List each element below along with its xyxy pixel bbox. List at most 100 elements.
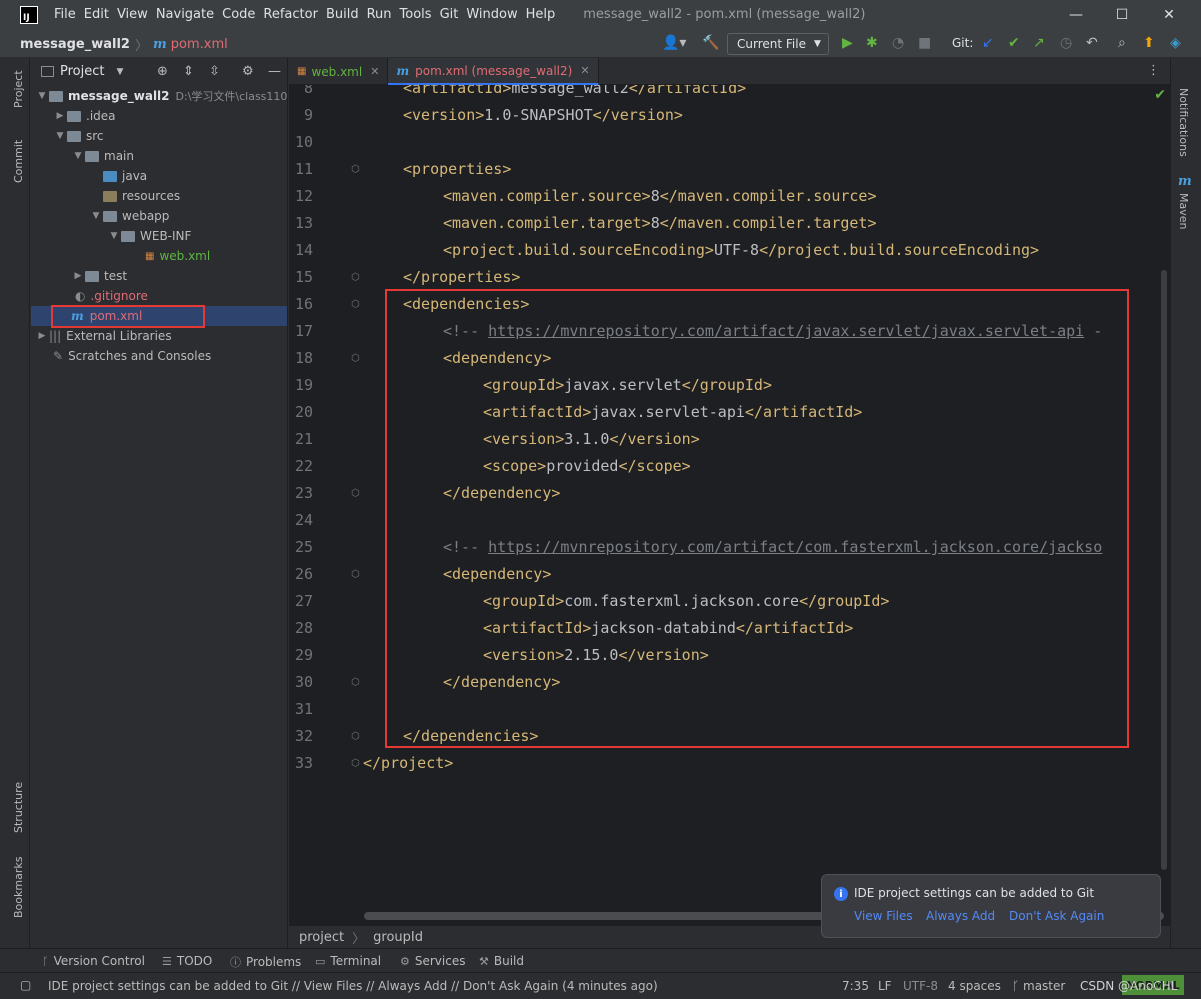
gear-icon[interactable]: ⚙ xyxy=(242,64,254,79)
menu-file[interactable]: File xyxy=(50,7,80,22)
git-push-icon[interactable]: ↗ xyxy=(1033,35,1045,51)
line-number[interactable]: 29 xyxy=(289,642,313,669)
menu-tools[interactable]: Tools xyxy=(396,7,436,22)
expand-all-icon[interactable]: ⇕ xyxy=(183,64,194,79)
breadcrumb-file[interactable]: pom.xml xyxy=(171,37,228,52)
code-line[interactable]: </properties> xyxy=(403,264,520,291)
line-number[interactable]: 30 xyxy=(289,669,313,696)
fold-marker-icon[interactable]: ⬡ xyxy=(351,353,360,364)
tree-item-web-xml[interactable]: ▦ web.xml xyxy=(31,246,287,266)
caret-position[interactable]: 7:35 xyxy=(842,979,869,993)
build-hammer-icon[interactable]: 🔨 xyxy=(702,35,719,51)
crumb-groupid[interactable]: groupId xyxy=(373,930,423,945)
dont-ask-again-link[interactable]: Don't Ask Again xyxy=(1009,909,1104,923)
run-configuration-select[interactable]: Current File ▼ xyxy=(727,33,829,55)
debug-icon[interactable]: ✱ xyxy=(866,35,878,51)
services-button[interactable]: ⚙ Services xyxy=(400,954,465,968)
line-number[interactable]: 17 xyxy=(289,318,313,345)
menu-window[interactable]: Window xyxy=(462,7,521,22)
view-files-link[interactable]: View Files xyxy=(854,909,913,923)
structure-tool-button[interactable]: Structure xyxy=(12,782,25,833)
stop-icon[interactable]: ■ xyxy=(918,35,931,51)
tree-item-web-inf[interactable]: ▼ WEB-INF xyxy=(31,226,287,246)
file-encoding[interactable]: UTF-8 xyxy=(903,979,938,993)
project-tool-button[interactable]: Project xyxy=(12,70,25,108)
terminal-button[interactable]: ▭ Terminal xyxy=(315,954,381,968)
editor-scrollbar[interactable] xyxy=(1161,270,1167,870)
line-number[interactable]: 27 xyxy=(289,588,313,615)
line-separator[interactable]: LF xyxy=(878,979,892,993)
menu-help[interactable]: Help xyxy=(522,7,560,22)
line-number[interactable]: 18 xyxy=(289,345,313,372)
fold-marker-icon[interactable]: ⬡ xyxy=(351,677,360,688)
code-line[interactable]: </project> xyxy=(363,750,453,777)
project-panel-title[interactable]: Project xyxy=(60,64,104,79)
line-number[interactable]: 19 xyxy=(289,372,313,399)
git-update-icon[interactable]: ↙ xyxy=(982,35,994,51)
tree-item-scratches[interactable]: ✎ Scratches and Consoles xyxy=(31,346,287,366)
line-number[interactable]: 11 xyxy=(289,156,313,183)
fold-marker-icon[interactable]: ⬡ xyxy=(351,569,360,580)
tree-item-external-libraries[interactable]: ▶ ||| External Libraries xyxy=(31,326,287,346)
menu-view[interactable]: View xyxy=(113,7,152,22)
menu-edit[interactable]: Edit xyxy=(80,7,113,22)
status-message[interactable]: IDE project settings can be added to Git… xyxy=(48,979,658,993)
collapse-all-icon[interactable]: ⇳ xyxy=(209,64,220,79)
bookmarks-tool-button[interactable]: Bookmarks xyxy=(12,857,25,918)
line-number[interactable]: 33 xyxy=(289,750,313,777)
code-line[interactable]: <artifactId>message_wall2</artifactId> xyxy=(403,85,746,102)
tree-item-java[interactable]: java xyxy=(31,166,287,186)
more-tabs-icon[interactable]: ⋮ xyxy=(1147,63,1160,78)
search-icon[interactable]: ⌕ xyxy=(1118,35,1126,51)
locate-icon[interactable]: ⊕ xyxy=(157,64,168,79)
git-branch[interactable]: ᚴ master xyxy=(1012,979,1065,993)
tree-item-main[interactable]: ▼ main xyxy=(31,146,287,166)
profile-icon[interactable]: ◔ xyxy=(892,35,904,51)
chevron-down-icon[interactable]: ▼ xyxy=(116,67,123,77)
code-line[interactable]: <maven.compiler.target>8</maven.compiler… xyxy=(443,210,877,237)
build-button[interactable]: ⚒ Build xyxy=(479,954,524,968)
line-number[interactable]: 24 xyxy=(289,507,313,534)
code-line[interactable]: <properties> xyxy=(403,156,511,183)
line-number[interactable]: 9 xyxy=(289,102,313,129)
line-number[interactable]: 16 xyxy=(289,291,313,318)
code-line[interactable]: <maven.compiler.source>8</maven.compiler… xyxy=(443,183,877,210)
line-number[interactable]: 10 xyxy=(289,129,313,156)
tab-pom-xml[interactable]: m pom.xml (message_wall2) ✕ xyxy=(388,58,599,85)
tab-web-xml[interactable]: ▦ web.xml ✕ xyxy=(289,58,389,85)
tree-item-idea[interactable]: ▶ .idea xyxy=(31,106,287,126)
tree-item-src[interactable]: ▼ src xyxy=(31,126,287,146)
maven-tool-button[interactable]: Maven xyxy=(1177,193,1190,229)
line-number[interactable]: 26 xyxy=(289,561,313,588)
tree-item-test[interactable]: ▶ test xyxy=(31,266,287,286)
menu-navigate[interactable]: Navigate xyxy=(152,7,218,22)
tree-item-project-root[interactable]: ▼ message_wall2 D:\学习文件\class110 xyxy=(31,86,287,106)
no-problems-check-icon[interactable]: ✔ xyxy=(1154,87,1166,103)
status-toggle-icon[interactable]: ▢ xyxy=(20,978,31,992)
line-number[interactable]: 12 xyxy=(289,183,313,210)
line-number[interactable]: 21 xyxy=(289,426,313,453)
fold-marker-icon[interactable]: ⬡ xyxy=(351,164,360,175)
menu-build[interactable]: Build xyxy=(322,7,363,22)
history-icon[interactable]: ◷ xyxy=(1060,35,1072,51)
tree-item-webapp[interactable]: ▼ webapp xyxy=(31,206,287,226)
line-number[interactable]: 13 xyxy=(289,210,313,237)
jetbrains-ai-icon[interactable]: ◈ xyxy=(1170,35,1181,51)
rollback-icon[interactable]: ↶ xyxy=(1086,35,1098,51)
update-icon[interactable]: ⬆ xyxy=(1143,35,1155,51)
commit-tool-button[interactable]: Commit xyxy=(12,140,25,183)
line-number[interactable]: 28 xyxy=(289,615,313,642)
close-icon[interactable]: ✕ xyxy=(580,64,589,77)
todo-button[interactable]: ☰ TODO xyxy=(162,954,212,968)
minimize-button[interactable]: — xyxy=(1053,0,1099,29)
close-icon[interactable]: ✕ xyxy=(370,65,379,78)
line-number[interactable]: 8 xyxy=(289,85,313,102)
fold-marker-icon[interactable]: ⬡ xyxy=(351,299,360,310)
git-commit-icon[interactable]: ✔ xyxy=(1008,35,1020,51)
line-number[interactable]: 15 xyxy=(289,264,313,291)
run-icon[interactable]: ▶ xyxy=(842,35,853,51)
code-line[interactable]: <version>1.0-SNAPSHOT</version> xyxy=(403,102,683,129)
crumb-project[interactable]: project xyxy=(299,930,344,945)
hide-panel-icon[interactable]: — xyxy=(268,64,281,79)
always-add-link[interactable]: Always Add xyxy=(926,909,995,923)
